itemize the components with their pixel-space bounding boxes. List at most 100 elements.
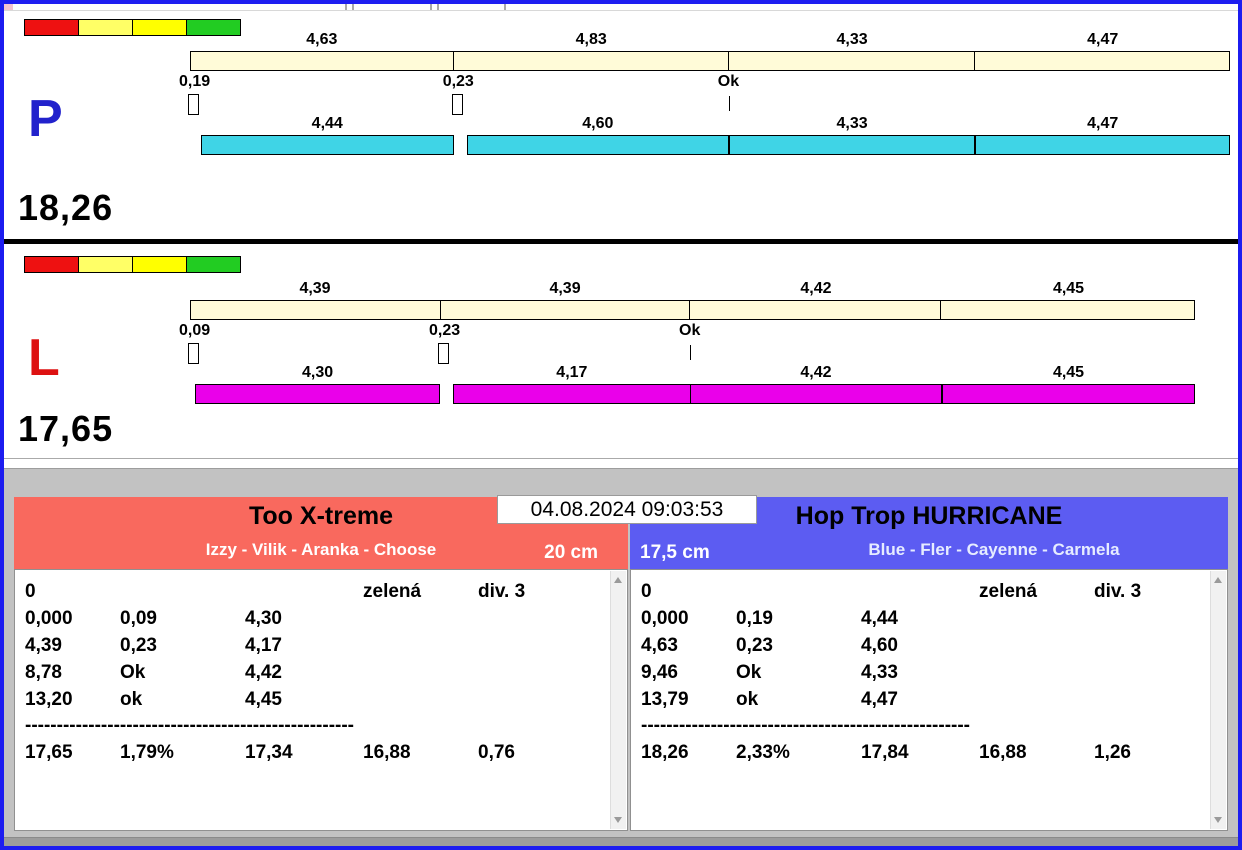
section-separator [4, 459, 1238, 493]
traffic-light-segment [78, 19, 133, 36]
dog-time-label: 4,33 [836, 115, 868, 132]
dog-time-label: 4,47 [1087, 115, 1119, 132]
run-panel-l: 4,39 4,39 4,42 4,45 0,09 0,23 Ok 4,30 4,17 4,42… [4, 246, 1238, 459]
exchange-marker-box [188, 343, 199, 364]
result-cell: 0,09 [120, 608, 157, 629]
total-time: 17,65 [18, 408, 114, 449]
result-cell: 2,33% [736, 742, 790, 763]
result-cell: 0,23 [736, 635, 773, 656]
timing-chart: 4,39 4,39 4,42 4,45 0,09 0,23 Ok 4,30 4,17 4,42… [179, 280, 1196, 410]
dog-time-bar [190, 135, 1230, 155]
split-time-bar [190, 300, 1196, 320]
result-cell: 17,65 [25, 742, 73, 763]
exchange-time-label: 0,09 [179, 322, 211, 339]
team-panel-right: Hop Trop HURRICANE Blue - Fler - Cayenne… [630, 497, 1228, 831]
panel-divider [4, 239, 1238, 244]
split-time-label: 4,45 [1052, 280, 1085, 297]
exchange-marker-row: 0,19 0,23 Ok [179, 71, 1230, 115]
result-rows: 0 zelená div. 3 0,000 0,09 4,30 4,39 0,23 4,17 8,… [15, 570, 627, 766]
result-cell: zelená [979, 581, 1038, 602]
exchange-time-label: Ok [679, 322, 701, 339]
team-results-right: 0 zelená div. 3 0,000 0,19 4,44 4,63 0,23 4,60 9,… [630, 569, 1228, 831]
result-cell [736, 578, 861, 605]
result-cell: div. 3 [1094, 581, 1142, 602]
result-cell: 4,45 [245, 689, 282, 710]
split-bar-segment [191, 301, 441, 319]
result-cell [245, 578, 363, 605]
result-row: 9,46 Ok 4,33 [641, 659, 1227, 686]
result-cell: ok [120, 689, 143, 710]
result-cell: 4,63 [641, 635, 678, 656]
scrollbar[interactable] [1210, 571, 1226, 829]
result-cell: 0,76 [478, 742, 515, 763]
result-cell: 0,19 [736, 608, 773, 629]
bottom-bar [4, 837, 1238, 846]
result-cell: ok [736, 689, 759, 710]
traffic-light-segment [132, 256, 187, 273]
split-time-label: 4,47 [1087, 31, 1119, 48]
exchange-time-label: 0,23 [442, 73, 474, 90]
lane-letter: L [28, 329, 60, 387]
split-time-label: 4,39 [549, 280, 581, 297]
result-cell: 13,20 [25, 689, 73, 710]
dog-bar-segment [690, 384, 942, 404]
result-row: 0 zelená div. 3 [641, 578, 1227, 605]
split-bar-segment [941, 301, 1194, 319]
team-dogs: Izzy - Vilik - Aranka - Choose [205, 540, 437, 559]
result-cell: 4,33 [861, 662, 898, 683]
team-dogs: Blue - Fler - Cayenne - Carmela [868, 540, 1120, 559]
dog-time-label: 4,42 [800, 364, 832, 381]
traffic-light-segment [186, 256, 241, 273]
separator-dashes: ----------------------------------------… [25, 715, 355, 736]
split-time-labels: 4,63 4,83 4,33 4,47 [190, 31, 1230, 51]
traffic-lights [24, 256, 241, 273]
split-time-label: 4,63 [306, 31, 338, 48]
split-time-label: 4,39 [299, 280, 331, 297]
split-bar-segment [191, 52, 455, 70]
result-cell: zelená [363, 581, 422, 602]
result-cell: 18,26 [641, 742, 689, 763]
dog-time-label: 4,17 [556, 364, 588, 381]
result-row: 0,000 0,19 4,44 [641, 605, 1227, 632]
traffic-light-segment [132, 19, 187, 36]
total-time: 18,26 [18, 187, 114, 228]
traffic-light-segment [24, 19, 79, 36]
exchange-time-label: 0,19 [179, 73, 211, 90]
result-row: 13,20 ok 4,45 [25, 686, 627, 713]
result-cell: 4,47 [861, 689, 898, 710]
split-bar-segment [729, 52, 975, 70]
result-cell [979, 605, 1094, 632]
result-cell: 4,60 [861, 635, 898, 656]
result-row: 18,26 2,33% 17,84 16,88 1,26 [641, 739, 1227, 766]
split-time-label: 4,42 [800, 280, 832, 297]
result-cell: 13,79 [641, 689, 689, 710]
result-cell [363, 605, 478, 632]
exchange-marker-tick [690, 345, 692, 360]
result-cell: Ok [736, 662, 762, 683]
dog-time-labels: 4,44 4,60 4,33 4,47 [190, 115, 1230, 135]
scroll-up-icon[interactable] [614, 577, 622, 583]
dog-time-labels: 4,30 4,17 4,42 4,45 [190, 364, 1195, 384]
dog-time-label: 4,60 [582, 115, 614, 132]
result-row: 17,65 1,79% 17,34 16,88 0,76 [25, 739, 627, 766]
result-cell: Ok [120, 662, 146, 683]
scrollbar[interactable] [610, 571, 626, 829]
result-cell: 1,79% [120, 742, 174, 763]
split-bar-segment [975, 52, 1229, 70]
exchange-marker-row: 0,09 0,23 Ok [179, 320, 1195, 364]
result-cell: 0,000 [25, 608, 73, 629]
dog-bar-segment [453, 384, 691, 404]
scroll-up-icon[interactable] [1214, 577, 1222, 583]
split-time-labels: 4,39 4,39 4,42 4,45 [190, 280, 1195, 300]
result-row: 4,39 0,23 4,17 [25, 632, 627, 659]
result-cell: 17,84 [861, 742, 909, 763]
scroll-down-icon[interactable] [614, 817, 622, 823]
exchange-marker-box [438, 343, 450, 364]
result-cell: 4,30 [245, 608, 282, 629]
result-cell [363, 632, 478, 659]
dog-time-label: 4,44 [311, 115, 343, 132]
scroll-down-icon[interactable] [1214, 817, 1222, 823]
traffic-light-segment [78, 256, 133, 273]
split-time-label: 4,83 [575, 31, 607, 48]
dog-bar-segment [200, 135, 454, 155]
